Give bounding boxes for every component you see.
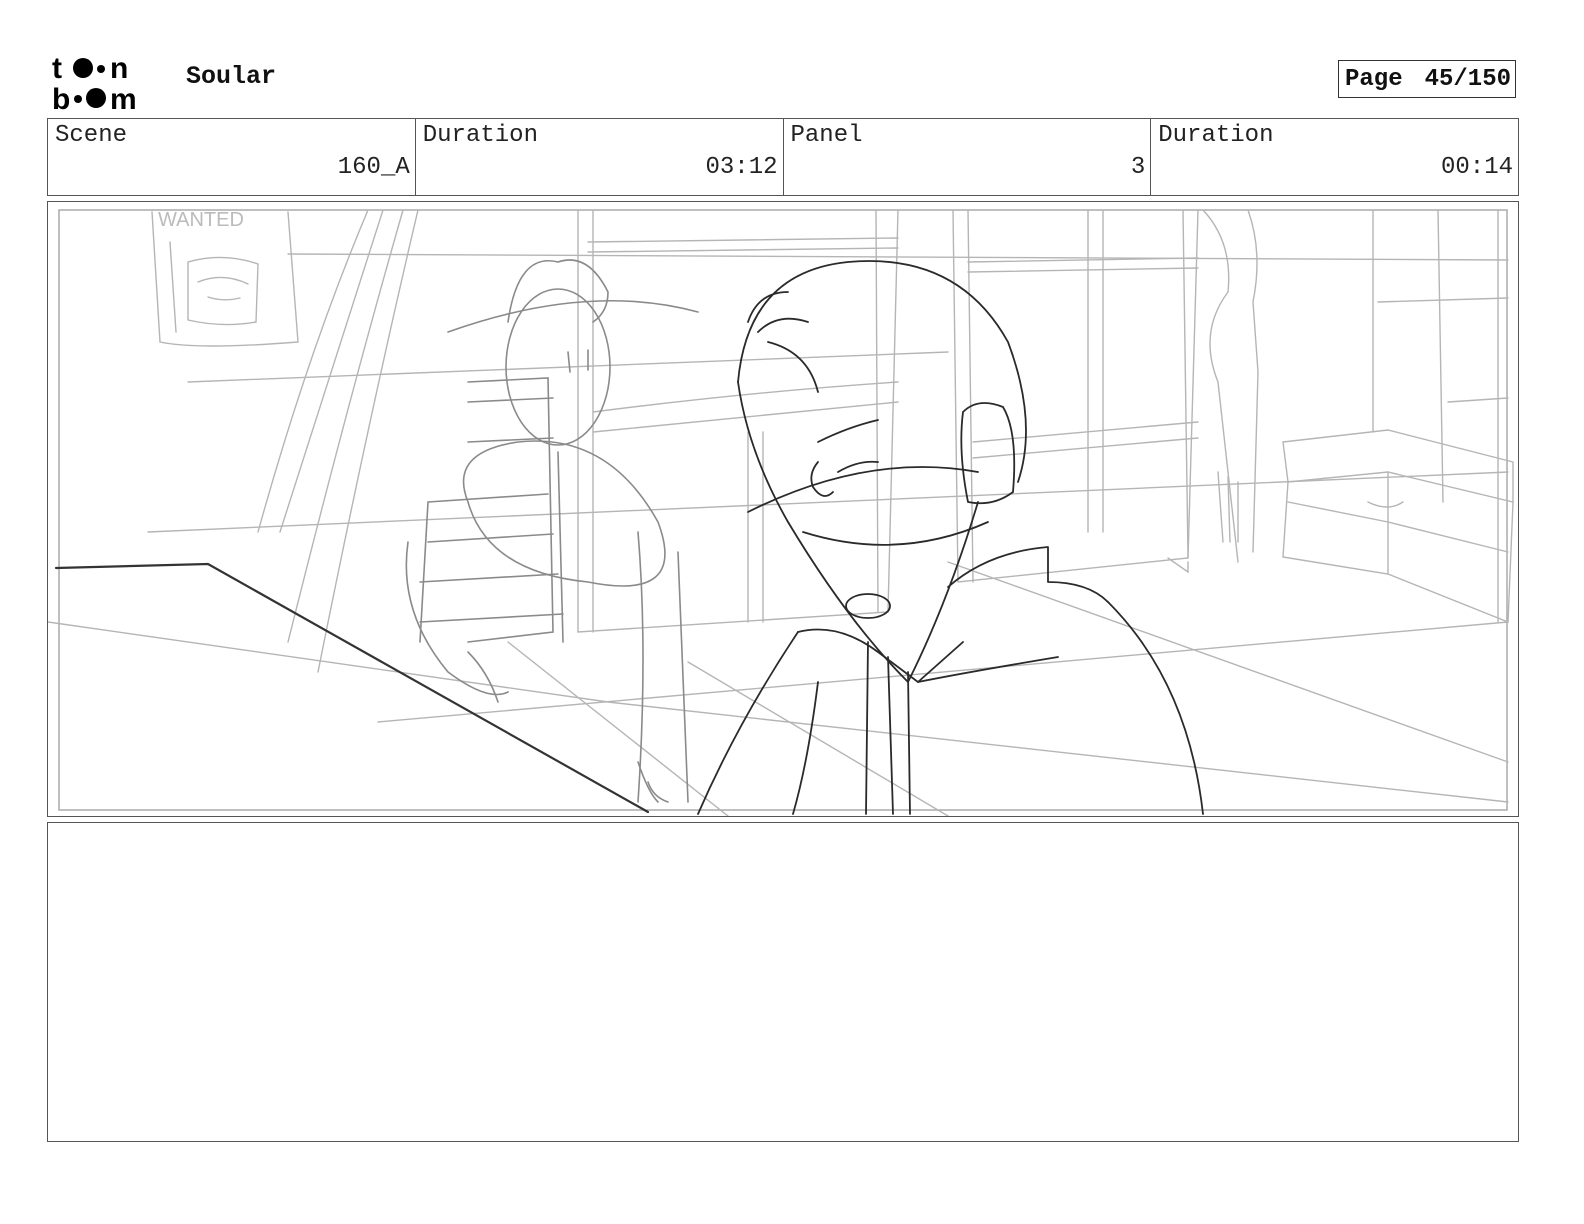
scene-cell: Scene 160_A bbox=[48, 119, 416, 195]
panel-sketch: WANTED bbox=[48, 209, 1514, 816]
scene-info-table: Scene 160_A Duration 03:12 Panel 3 Durat… bbox=[47, 118, 1519, 196]
scene-duration-value: 03:12 bbox=[705, 154, 778, 181]
svg-text:m: m bbox=[110, 83, 137, 112]
scene-value: 160_A bbox=[337, 154, 410, 181]
panel-label: Panel bbox=[790, 122, 863, 149]
panel-duration-cell: Duration 00:14 bbox=[1151, 119, 1518, 195]
page-label: Page bbox=[1345, 65, 1403, 93]
page-indicator: Page 45/150 bbox=[1338, 60, 1516, 98]
scene-label: Scene bbox=[55, 122, 128, 149]
scene-duration-cell: Duration 03:12 bbox=[416, 119, 784, 195]
svg-text:t: t bbox=[52, 52, 62, 85]
poster-text: WANTED bbox=[158, 209, 244, 231]
svg-text:b: b bbox=[52, 83, 70, 112]
scene-duration-label: Duration bbox=[422, 122, 538, 149]
svg-text:n: n bbox=[110, 52, 128, 85]
toon-boom-logo: t n b m bbox=[52, 52, 137, 112]
panel-value: 3 bbox=[1130, 154, 1146, 181]
project-title: Soular bbox=[186, 62, 277, 91]
panel-duration-label: Duration bbox=[1158, 122, 1274, 149]
panel-notes bbox=[47, 822, 1519, 1142]
panel-cell: Panel 3 bbox=[784, 119, 1152, 195]
page-number: 45/150 bbox=[1424, 65, 1511, 93]
storyboard-panel: WANTED bbox=[47, 201, 1519, 817]
panel-duration-value: 00:14 bbox=[1440, 154, 1513, 181]
